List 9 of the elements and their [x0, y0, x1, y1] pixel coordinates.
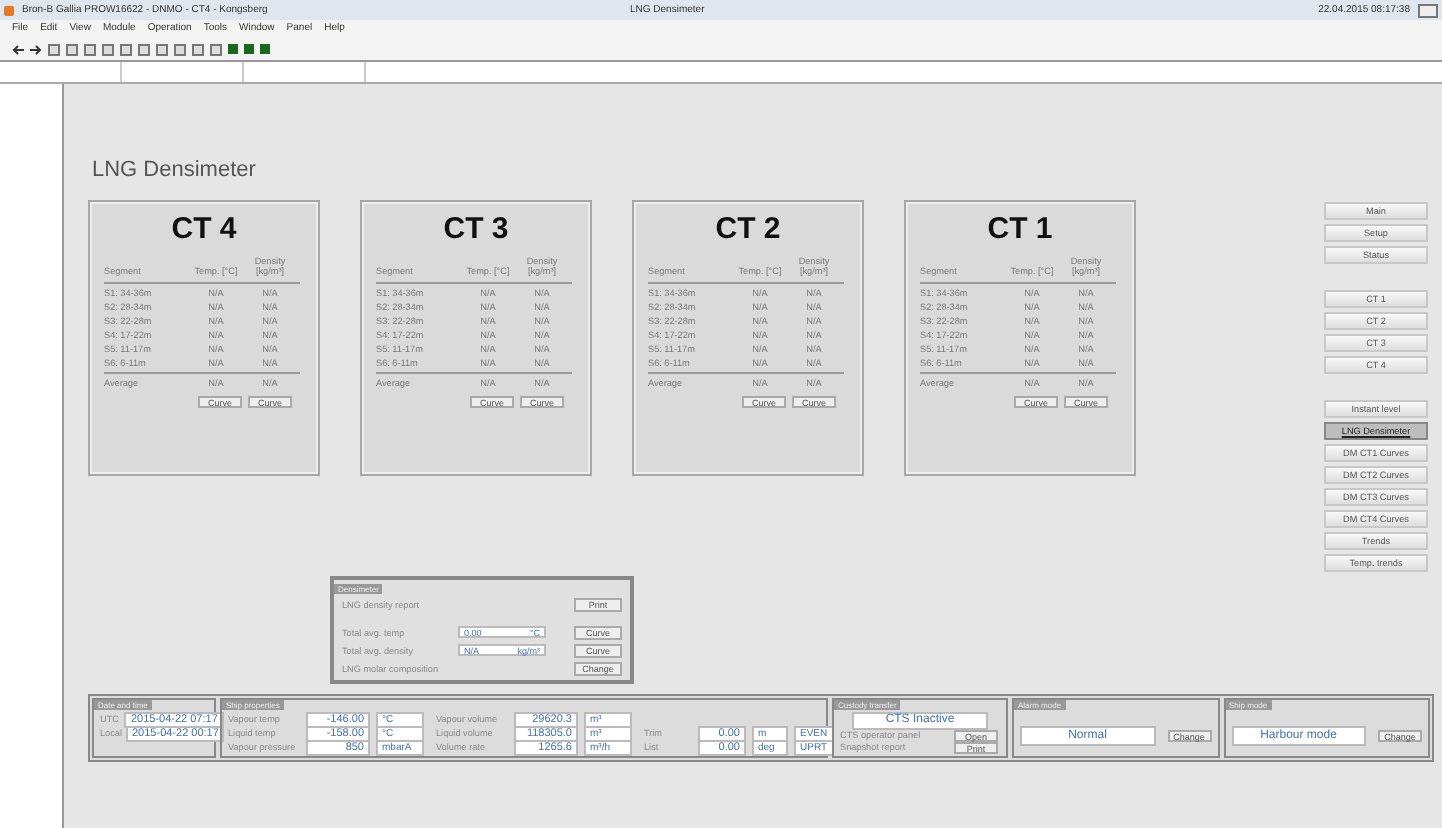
tank-title: CT 2: [713, 212, 783, 246]
minimize-button[interactable]: [1418, 3, 1438, 17]
arrow-icon[interactable]: [12, 43, 24, 55]
tank-title: CT 4: [169, 212, 239, 246]
arrow-icon[interactable]: [30, 43, 42, 55]
section-title: LNG Densimeter: [92, 158, 258, 182]
app-icon: [4, 5, 14, 15]
tank-title: CT 3: [441, 212, 511, 246]
tank-title: CT 1: [985, 212, 1055, 246]
